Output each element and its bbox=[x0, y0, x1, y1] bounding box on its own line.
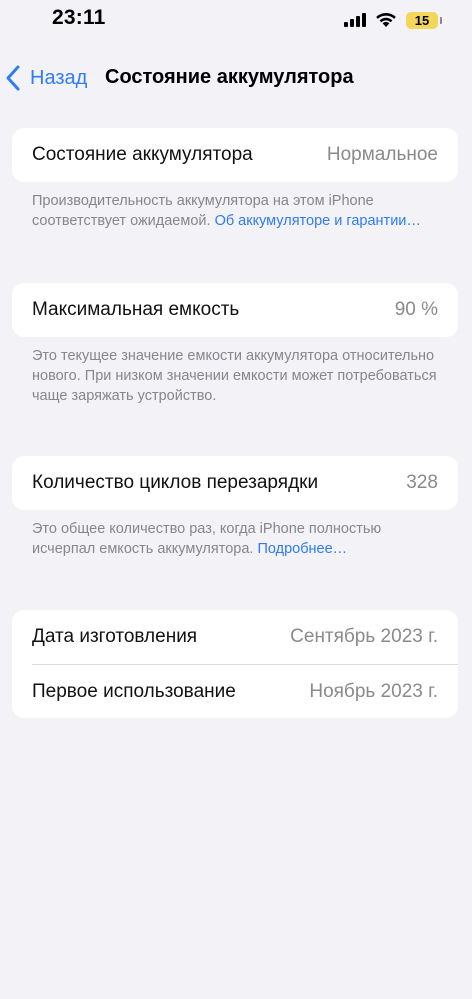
battery-warranty-link[interactable]: Об аккумуляторе и гарантии… bbox=[215, 213, 421, 229]
wifi-icon bbox=[376, 12, 396, 27]
cycle-count-value: 328 bbox=[406, 472, 438, 493]
manufacture-date-value: Сентябрь 2023 г. bbox=[290, 626, 438, 647]
first-use-row: Первое использование Ноябрь 2023 г. bbox=[32, 664, 458, 718]
cycle-count-row: Количество циклов перезарядки 328 bbox=[12, 456, 458, 510]
back-button[interactable]: Назад bbox=[4, 64, 87, 92]
back-label: Назад bbox=[30, 66, 88, 89]
battery-health-value: Нормальное bbox=[326, 144, 438, 165]
battery-health-footnote: Производительность аккумулятора на этом … bbox=[32, 191, 442, 231]
status-bar: 23:11 15 bbox=[0, 0, 472, 44]
status-time: 23:11 bbox=[52, 6, 106, 29]
first-use-value: Ноябрь 2023 г. bbox=[309, 680, 438, 702]
dates-card: Дата изготовления Сентябрь 2023 г. Перво… bbox=[12, 610, 458, 718]
max-capacity-label: Максимальная емкость bbox=[32, 299, 240, 320]
cycle-count-card: Количество циклов перезарядки 328 bbox=[12, 456, 458, 510]
battery-health-card: Состояние аккумулятора Нормальное bbox=[12, 128, 458, 182]
max-capacity-footnote: Это текущее значение емкости аккумулятор… bbox=[32, 348, 437, 404]
signal-icon bbox=[344, 13, 366, 27]
chevron-left-icon bbox=[6, 65, 20, 91]
max-capacity-row: Максимальная емкость 90 % bbox=[12, 283, 458, 337]
manufacture-date-label: Дата изготовления bbox=[32, 626, 198, 647]
cycle-count-label: Количество циклов перезарядки bbox=[32, 472, 319, 493]
max-capacity-value: 90 % bbox=[394, 299, 438, 320]
battery-level: 15 bbox=[414, 12, 430, 28]
status-icons: 15 bbox=[344, 10, 442, 30]
battery-health-label: Состояние аккумулятора bbox=[32, 144, 253, 165]
manufacture-date-row: Дата изготовления Сентябрь 2023 г. bbox=[12, 610, 458, 664]
first-use-label: Первое использование bbox=[32, 680, 236, 702]
cycle-count-footnote: Это общее количество раз, когда iPhone п… bbox=[32, 519, 442, 559]
battery-icon: 15 bbox=[406, 11, 442, 29]
battery-health-row: Состояние аккумулятора Нормальное bbox=[12, 128, 458, 182]
navigation-bar: Назад Состояние аккумулятора bbox=[0, 56, 472, 100]
page-title: Состояние аккумулятора bbox=[105, 66, 354, 88]
learn-more-link[interactable]: Подробнее… bbox=[257, 541, 347, 557]
max-capacity-card: Максимальная емкость 90 % bbox=[12, 283, 458, 337]
